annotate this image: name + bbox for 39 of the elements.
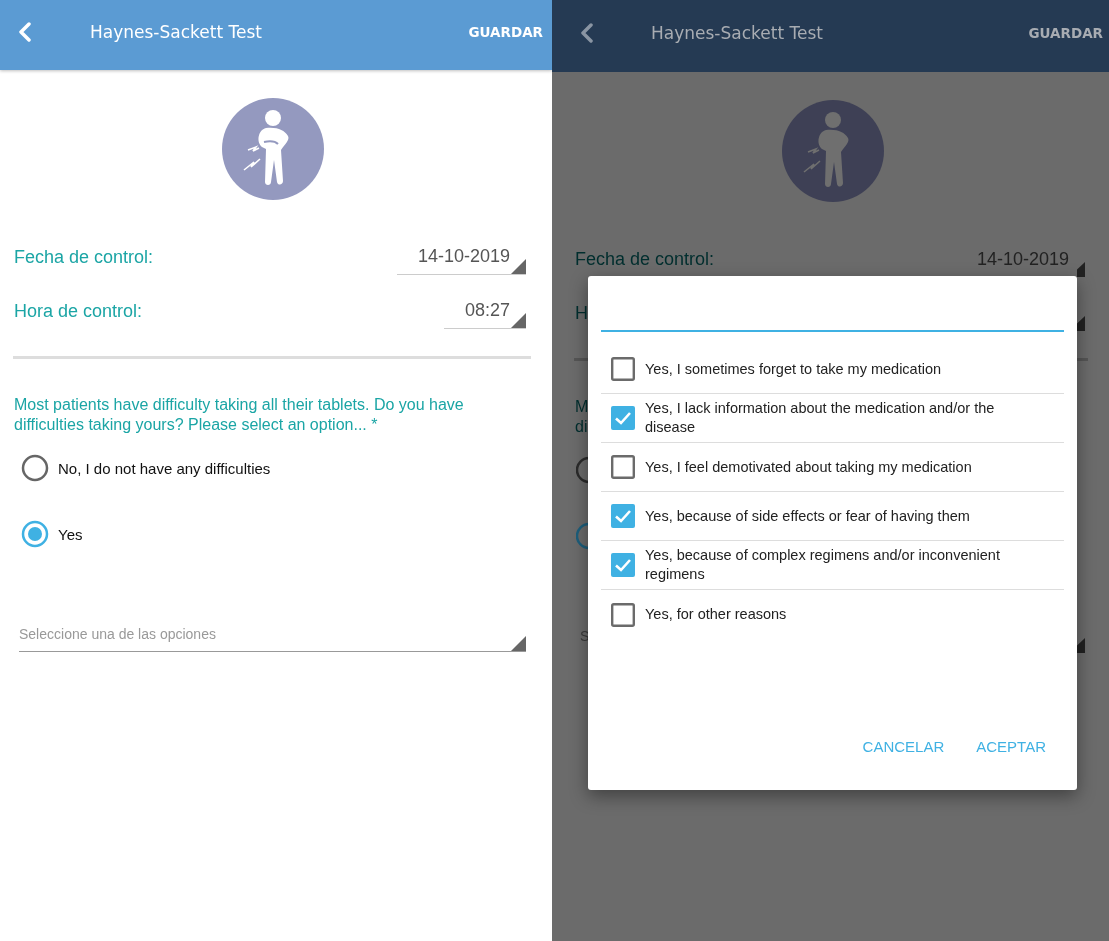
radio-button[interactable] [21,520,49,548]
checkbox[interactable] [611,602,635,627]
dropdown-corner-icon [1077,638,1085,653]
picker-field[interactable]: 08:27 [444,293,526,329]
question-text: Most patients have difficulty taking all their tablets. Do you have difficulties taking yours? Please select an option... * [13,395,465,435]
checkbox[interactable] [611,455,635,479]
checkbox[interactable] [611,357,635,381]
option-label[interactable]: Yes, for other reasons [645,605,787,624]
screen-title: Haynes-Sackett Test [651,23,823,43]
stomach-ache-person-icon [782,100,884,202]
radio-button[interactable] [576,456,589,484]
dropdown-corner-icon [1077,262,1085,277]
option-label[interactable]: Yes, I lack information about the medication and/or the disease [645,399,1034,437]
option-label[interactable]: Yes, I sometimes forget to take my medication [645,359,942,379]
dropdown-corner-icon [1077,316,1085,331]
option-label[interactable]: Yes, because of side effects or fear of having them [645,506,970,526]
save-button[interactable]: GUARDAR [1028,23,1103,43]
field-label: Hora de control: [14,300,143,322]
question-text: di [575,417,588,437]
checkbox[interactable] [611,504,635,528]
question-text: M [575,397,589,417]
field-label: Fecha de control: [14,246,154,268]
dropdown-corner-icon [511,259,526,274]
screen-title: Haynes-Sackett Test [90,22,262,42]
dropdown-corner-icon [511,313,526,328]
field-label: Fecha de control: [575,248,715,270]
dropdown-corner-icon [511,636,526,651]
option-label[interactable]: Yes, because of complex regimens and/or inconvenient regimens [645,546,1034,584]
radio-label[interactable]: Yes [58,525,83,543]
radio-label[interactable]: No, I do not have any difficulties [58,459,271,477]
option-label[interactable]: Yes, I feel demotivated about taking my medication [645,457,972,477]
checkbox[interactable] [611,406,635,430]
stomach-ache-person-icon [221,98,324,200]
field-label: H [575,302,588,324]
radio-button[interactable] [21,454,49,482]
back-icon[interactable] [580,23,594,43]
checkbox[interactable] [611,553,635,577]
picker-field[interactable]: 14-10-2019 [397,239,526,275]
radio-button[interactable] [576,522,589,550]
